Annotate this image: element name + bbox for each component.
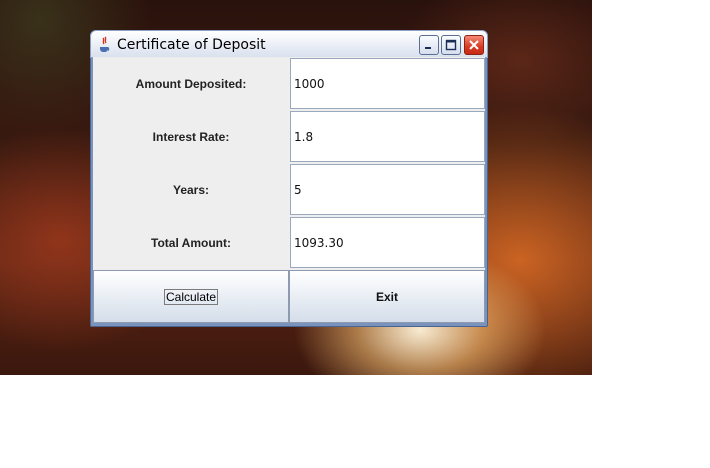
years-row: Years: 5 [93,163,485,216]
form-panel: Amount Deposited: 1000 Interest Rate: 1.… [93,57,485,323]
interest-rate-field[interactable]: 1.8 [290,111,485,162]
title-bar[interactable]: Certificate of Deposit [90,30,488,58]
total-amount-label: Total Amount: [151,235,231,250]
java-cup-icon [96,36,112,53]
close-button[interactable] [464,35,484,55]
calculate-button[interactable]: Calculate [93,270,289,323]
exit-button-label: Exit [375,289,398,304]
app-window: Certificate of Deposit Amount Deposited:… [90,30,488,327]
button-row: Calculate Exit [93,270,485,323]
exit-button[interactable]: Exit [289,270,485,323]
close-icon [469,40,479,50]
amount-deposited-label: Amount Deposited: [135,76,247,91]
interest-rate-row: Interest Rate: 1.8 [93,110,485,163]
amount-deposited-field[interactable]: 1000 [290,58,485,109]
calculate-button-label: Calculate [163,288,219,305]
interest-rate-label: Interest Rate: [152,129,230,144]
years-field[interactable]: 5 [290,164,485,215]
minimize-icon [425,47,431,49]
maximize-icon [445,39,457,51]
amount-deposited-row: Amount Deposited: 1000 [93,57,485,110]
total-amount-row: Total Amount: 1093.30 [93,216,485,269]
minimize-button[interactable] [419,35,439,55]
total-amount-field[interactable]: 1093.30 [290,217,485,268]
years-label: Years: [172,182,210,197]
window-title: Certificate of Deposit [117,37,266,53]
maximize-button[interactable] [441,35,461,55]
